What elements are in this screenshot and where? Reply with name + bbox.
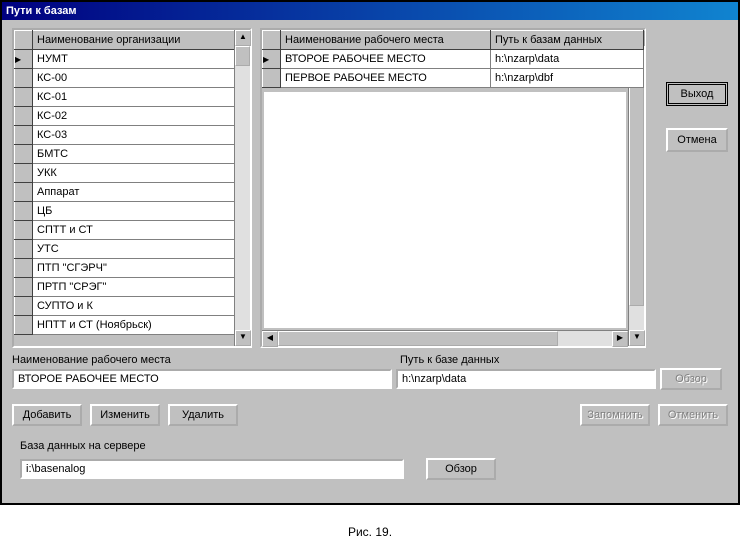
path-cell: h:\nzarp\data [491,50,644,69]
org-cell: ПТП "СГЭРЧ" [33,259,250,278]
browse-server-button[interactable]: Обзор [426,458,496,480]
table-row[interactable]: КС-00 [15,69,250,88]
exit-button[interactable]: Выход [666,82,728,106]
add-button[interactable]: Добавить [12,404,82,426]
scroll-thumb[interactable] [235,46,250,66]
org-cell: КС-00 [33,69,250,88]
row-indicator [15,240,33,259]
titlebar: Пути к базам [2,2,738,20]
figure-caption: Рис. 19. [0,525,740,539]
table-row[interactable]: ПРТП "СРЭГ" [15,278,250,297]
app-window: Пути к базам Наименование организации НУ… [0,0,740,505]
row-indicator [15,164,33,183]
path-header: Путь к базам данных [491,31,644,50]
row-indicator [263,50,281,69]
remember-button[interactable]: Запомнить [580,404,650,426]
path-input[interactable] [396,369,656,389]
workplace-header: Наименование рабочего места [281,31,491,50]
row-indicator [15,50,33,69]
table-row[interactable]: ВТОРОЕ РАБОЧЕЕ МЕСТОh:\nzarp\data [263,50,644,69]
server-db-label: База данных на сервере [20,440,728,452]
org-cell: КС-01 [33,88,250,107]
table-row[interactable]: НПТТ и СТ (Ноябрьск) [15,316,250,335]
row-indicator [15,126,33,145]
table-row[interactable]: УТС [15,240,250,259]
row-indicator [15,107,33,126]
org-cell: УКК [33,164,250,183]
table-row[interactable]: НУМТ [15,50,250,69]
organizations-panel: Наименование организации НУМТКС-00КС-01К… [12,28,252,348]
row-indicator [15,183,33,202]
scroll-up-icon[interactable]: ▲ [235,30,251,46]
cancel-button[interactable]: Отмена [666,128,728,152]
row-indicator [15,221,33,240]
org-cell: НПТТ и СТ (Ноябрьск) [33,316,250,335]
org-cell: СПТТ и СТ [33,221,250,240]
workplace-cell: ПЕРВОЕ РАБОЧЕЕ МЕСТО [281,69,491,88]
org-cell: КС-02 [33,107,250,126]
workplace-label: Наименование рабочего места [12,354,400,366]
server-db-input[interactable] [20,459,404,479]
org-cell: НУМТ [33,50,250,69]
workplace-cell: ВТОРОЕ РАБОЧЕЕ МЕСТО [281,50,491,69]
path-label: Путь к базе данных [400,354,660,366]
workplaces-panel: Наименование рабочего места Путь к базам… [260,28,646,348]
table-row[interactable]: ПЕРВОЕ РАБОЧЕЕ МЕСТОh:\nzarp\dbf [263,69,644,88]
organizations-grid[interactable]: Наименование организации НУМТКС-00КС-01К… [14,30,250,335]
table-row[interactable]: КС-02 [15,107,250,126]
scroll-thumb[interactable] [278,331,558,346]
table-row[interactable]: УКК [15,164,250,183]
table-row[interactable]: КС-03 [15,126,250,145]
row-indicator [15,145,33,164]
row-indicator [15,202,33,221]
workplace-input[interactable] [12,369,392,389]
path-cell: h:\nzarp\dbf [491,69,644,88]
row-indicator [15,316,33,335]
org-cell: ПРТП "СРЭГ" [33,278,250,297]
browse-path-button[interactable]: Обзор [660,368,722,390]
edit-button[interactable]: Изменить [90,404,160,426]
table-row[interactable]: СУПТО и К [15,297,250,316]
scroll-left-icon[interactable]: ◀ [262,331,278,347]
org-cell: ЦБ [33,202,250,221]
org-cell: СУПТО и К [33,297,250,316]
org-header: Наименование организации [33,31,250,50]
table-row[interactable]: Аппарат [15,183,250,202]
table-row[interactable]: ЦБ [15,202,250,221]
undo-button[interactable]: Отменить [658,404,728,426]
row-indicator [15,88,33,107]
row-indicator [15,278,33,297]
right-horizontal-scrollbar[interactable]: ◀ ▶ [262,330,628,346]
window-body: Наименование организации НУМТКС-00КС-01К… [2,20,738,488]
table-row[interactable]: СПТТ и СТ [15,221,250,240]
window-title: Пути к базам [6,5,77,17]
org-cell: УТС [33,240,250,259]
table-row[interactable]: ПТП "СГЭРЧ" [15,259,250,278]
org-cell: КС-03 [33,126,250,145]
row-indicator [15,297,33,316]
row-indicator [15,259,33,278]
org-cell: БМТС [33,145,250,164]
scroll-down-icon[interactable]: ▼ [235,330,251,346]
org-cell: Аппарат [33,183,250,202]
scroll-down-icon[interactable]: ▼ [629,330,645,346]
delete-button[interactable]: Удалить [168,404,238,426]
workplaces-grid[interactable]: Наименование рабочего места Путь к базам… [262,30,644,88]
table-row[interactable]: КС-01 [15,88,250,107]
side-buttons: Выход Отмена [666,82,728,152]
table-row[interactable]: БМТС [15,145,250,164]
row-indicator [263,69,281,88]
scroll-right-icon[interactable]: ▶ [612,331,628,347]
row-indicator [15,69,33,88]
left-vertical-scrollbar[interactable]: ▲ ▼ [234,30,250,346]
